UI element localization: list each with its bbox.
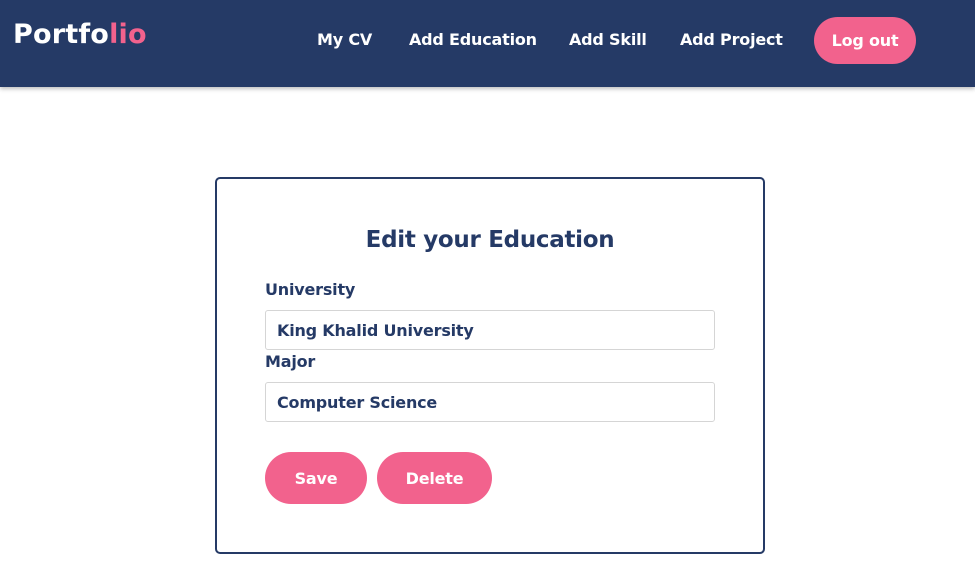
nav-link-add-education[interactable]: Add Education [409,30,537,49]
portfolio-logo[interactable]: Portfolio [13,19,147,50]
major-input[interactable] [265,382,715,422]
nav-link-add-project[interactable]: Add Project [680,30,783,49]
nav-link-my-cv[interactable]: My CV [317,30,372,49]
nav-link-add-skill[interactable]: Add Skill [569,30,647,49]
edit-education-card: Edit your Education University Major Sav… [215,177,765,554]
form-title: Edit your Education [365,227,615,253]
top-navbar: Portfolio My CV Add Education Add Skill … [0,0,975,87]
logo-text-accent: lio [109,19,147,50]
university-label: University [265,280,356,299]
university-input[interactable] [265,310,715,350]
logout-button[interactable]: Log out [814,17,916,64]
delete-button[interactable]: Delete [377,452,492,504]
logo-text-prefix: Portfo [13,19,110,50]
save-button[interactable]: Save [265,452,367,504]
major-label: Major [265,352,316,371]
